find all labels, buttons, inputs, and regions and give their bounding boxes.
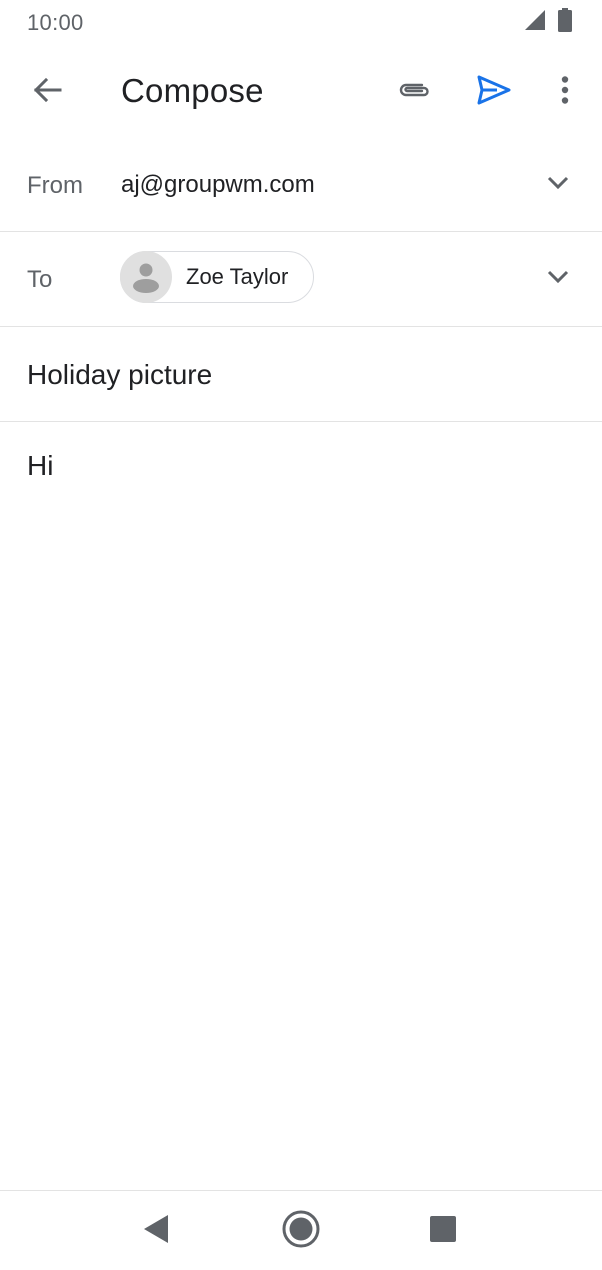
back-arrow-icon (32, 75, 62, 110)
to-label: To (27, 266, 53, 293)
nav-recents-button[interactable] (417, 1205, 469, 1257)
from-label: From (27, 172, 83, 199)
attachment-icon (396, 79, 432, 106)
status-bar: 10:00 (0, 0, 602, 44)
recipient-name: Zoe Taylor (186, 264, 289, 289)
to-row: To Zoe Taylor (0, 232, 602, 327)
nav-back-button[interactable] (130, 1205, 182, 1257)
recipient-chip[interactable]: Zoe Taylor (120, 251, 314, 303)
subject-row: Holiday picture (0, 327, 602, 422)
to-dropdown-button[interactable] (536, 257, 580, 301)
from-account-field[interactable]: aj@groupwm.com (121, 171, 315, 199)
compose-body-field[interactable]: Hi (27, 450, 575, 482)
back-button[interactable] (23, 68, 71, 116)
app-bar: Compose (0, 44, 602, 140)
person-avatar-icon (120, 251, 172, 303)
send-icon (477, 75, 511, 110)
chevron-down-icon (547, 176, 569, 195)
page-title: Compose (121, 72, 264, 109)
subject-field[interactable]: Holiday picture (27, 359, 212, 391)
battery-icon (558, 7, 572, 37)
from-dropdown-button[interactable] (536, 163, 580, 207)
from-row: From aj@groupwm.com (0, 138, 602, 232)
status-time: 10:00 (27, 10, 84, 35)
compose-screen: 10:00 Compose From aj@groupwm.com To Zoe… (0, 0, 602, 1270)
nav-recents-icon (429, 1215, 457, 1248)
system-nav-bar (0, 1190, 602, 1270)
chevron-down-icon (547, 270, 569, 289)
nav-back-icon (143, 1214, 169, 1249)
more-vert-icon (561, 75, 569, 109)
send-button[interactable] (470, 68, 518, 116)
nav-home-icon (281, 1209, 321, 1254)
status-icons (524, 7, 572, 36)
nav-home-button[interactable] (275, 1205, 327, 1257)
attach-button[interactable] (390, 68, 438, 116)
more-options-button[interactable] (541, 68, 589, 116)
signal-icon (524, 9, 546, 36)
